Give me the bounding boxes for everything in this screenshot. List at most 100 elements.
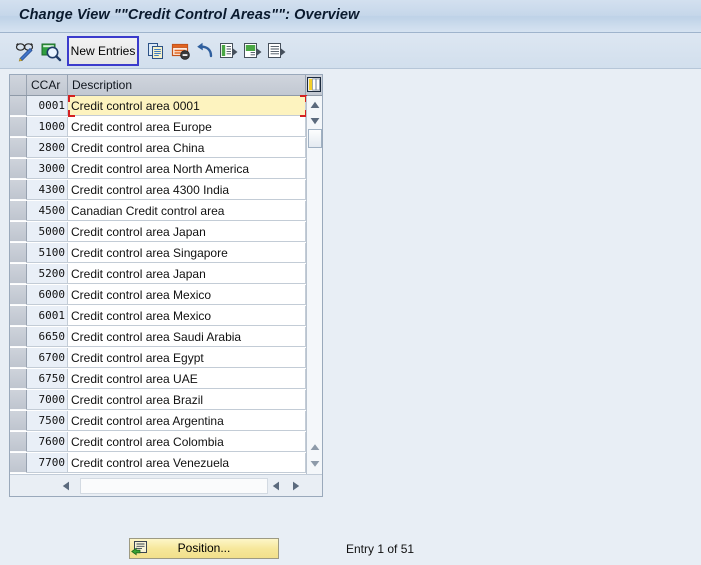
- table-row[interactable]: 7500 Credit control area Argentina: [10, 411, 322, 432]
- cell-ccar[interactable]: 4300: [27, 180, 68, 200]
- details-magnifier-icon[interactable]: [40, 40, 62, 62]
- row-select-button[interactable]: [10, 201, 27, 221]
- table-row[interactable]: 5200 Credit control area Japan: [10, 264, 322, 285]
- cell-description[interactable]: Credit control area Europe: [68, 117, 306, 137]
- deselect-all-icon[interactable]: [266, 40, 288, 62]
- row-select-button[interactable]: [10, 264, 27, 284]
- row-select-button[interactable]: [10, 243, 27, 263]
- horizontal-scroll-track[interactable]: [80, 478, 268, 494]
- row-select-button[interactable]: [10, 348, 27, 368]
- cell-ccar[interactable]: 6000: [27, 285, 68, 305]
- cell-description[interactable]: Credit control area Mexico: [68, 306, 306, 326]
- row-select-button[interactable]: [10, 138, 27, 158]
- table-row[interactable]: 6750 Credit control area UAE: [10, 369, 322, 390]
- table-row[interactable]: 2800 Credit control area China: [10, 138, 322, 159]
- scroll-page-up-button[interactable]: [308, 439, 322, 454]
- cell-ccar[interactable]: 7000: [27, 390, 68, 410]
- position-button-label: Position...: [177, 541, 231, 555]
- table-row[interactable]: 7000 Credit control area Brazil: [10, 390, 322, 411]
- cell-description[interactable]: Credit control area Colombia: [68, 432, 306, 452]
- undo-icon[interactable]: [194, 40, 216, 62]
- table-horizontal-scrollbar[interactable]: [10, 474, 322, 496]
- row-select-button[interactable]: [10, 432, 27, 452]
- cell-ccar[interactable]: 6650: [27, 327, 68, 347]
- cell-description[interactable]: Credit control area Singapore: [68, 243, 306, 263]
- scroll-last-column-button[interactable]: [288, 478, 304, 494]
- cell-ccar[interactable]: 6750: [27, 369, 68, 389]
- cell-description[interactable]: Credit control area Saudi Arabia: [68, 327, 306, 347]
- row-select-button[interactable]: [10, 180, 27, 200]
- table-row[interactable]: 0001 Credit control area 0001: [10, 95, 322, 117]
- table-header-row: CCAr Description: [10, 75, 322, 96]
- row-select-button[interactable]: [10, 222, 27, 242]
- cell-description[interactable]: Credit control area Argentina: [68, 411, 306, 431]
- scroll-down-button[interactable]: [308, 113, 322, 128]
- cell-ccar[interactable]: 7700: [27, 453, 68, 473]
- cell-ccar[interactable]: 6001: [27, 306, 68, 326]
- cell-ccar[interactable]: 2800: [27, 138, 68, 158]
- select-all-icon[interactable]: [218, 40, 240, 62]
- cell-description[interactable]: Credit control area North America: [68, 159, 306, 179]
- table-row[interactable]: 7600 Credit control area Colombia: [10, 432, 322, 453]
- table-row[interactable]: 1000 Credit control area Europe: [10, 117, 322, 138]
- cell-ccar[interactable]: 5200: [27, 264, 68, 284]
- cell-description[interactable]: Credit control area 4300 India: [68, 180, 306, 200]
- cell-description[interactable]: Credit control area Japan: [68, 264, 306, 284]
- table-vertical-scrollbar[interactable]: [306, 96, 322, 474]
- row-select-button[interactable]: [10, 411, 27, 431]
- cell-description[interactable]: Credit control area China: [68, 138, 306, 158]
- column-header-ccar[interactable]: CCAr: [27, 75, 68, 95]
- row-select-button[interactable]: [10, 117, 27, 137]
- row-select-button[interactable]: [10, 369, 27, 389]
- table-row[interactable]: 5000 Credit control area Japan: [10, 222, 322, 243]
- column-header-description[interactable]: Description: [68, 75, 306, 95]
- cell-ccar[interactable]: 5100: [27, 243, 68, 263]
- table-row[interactable]: 4300 Credit control area 4300 India: [10, 180, 322, 201]
- copy-as-icon[interactable]: [146, 40, 168, 62]
- row-select-button[interactable]: [10, 390, 27, 410]
- scrollbar-thumb[interactable]: [308, 129, 322, 148]
- table-row[interactable]: 3000 Credit control area North America: [10, 159, 322, 180]
- row-select-button[interactable]: [10, 327, 27, 347]
- cell-ccar[interactable]: 1000: [27, 117, 68, 137]
- cell-ccar[interactable]: 0001: [27, 96, 68, 116]
- row-select-button[interactable]: [10, 453, 27, 473]
- scroll-page-down-button[interactable]: [308, 456, 322, 471]
- row-select-button[interactable]: [10, 306, 27, 326]
- cell-description[interactable]: Credit control area Venezuela: [68, 453, 306, 473]
- cell-ccar[interactable]: 7500: [27, 411, 68, 431]
- cell-ccar[interactable]: 6700: [27, 348, 68, 368]
- cell-description[interactable]: Canadian Credit control area: [68, 201, 306, 221]
- table-row[interactable]: 6700 Credit control area Egypt: [10, 348, 322, 369]
- cell-description[interactable]: Credit control area Mexico: [68, 285, 306, 305]
- table-row[interactable]: 4500 Canadian Credit control area: [10, 201, 322, 222]
- table-row[interactable]: 5100 Credit control area Singapore: [10, 243, 322, 264]
- delete-icon[interactable]: [170, 40, 192, 62]
- column-configuration-icon[interactable]: [306, 75, 322, 95]
- table-row[interactable]: 6000 Credit control area Mexico: [10, 285, 322, 306]
- position-button[interactable]: Position...: [129, 538, 279, 559]
- cell-description[interactable]: Credit control area Brazil: [68, 390, 306, 410]
- cell-description[interactable]: Credit control area Egypt: [68, 348, 306, 368]
- cell-ccar[interactable]: 5000: [27, 222, 68, 242]
- table-row[interactable]: 6650 Credit control area Saudi Arabia: [10, 327, 322, 348]
- credit-control-areas-table: CCAr Description 0001 Credit control area…: [9, 74, 323, 497]
- cell-description[interactable]: Credit control area 0001: [68, 96, 306, 116]
- row-select-button[interactable]: [10, 285, 27, 305]
- table-row[interactable]: 6001 Credit control area Mexico: [10, 306, 322, 327]
- cell-ccar[interactable]: 4500: [27, 201, 68, 221]
- cell-ccar[interactable]: 7600: [27, 432, 68, 452]
- scroll-first-column-button[interactable]: [268, 478, 284, 494]
- cell-description[interactable]: Credit control area Japan: [68, 222, 306, 242]
- display-change-icon[interactable]: [14, 40, 36, 62]
- cell-ccar[interactable]: 3000: [27, 159, 68, 179]
- select-block-icon[interactable]: [242, 40, 264, 62]
- table-row[interactable]: 7700 Credit control area Venezuela: [10, 453, 322, 474]
- row-select-button[interactable]: [10, 96, 27, 116]
- cell-description[interactable]: Credit control area UAE: [68, 369, 306, 389]
- select-all-rows-header-button[interactable]: [10, 75, 27, 95]
- scroll-up-button[interactable]: [308, 97, 322, 112]
- row-select-button[interactable]: [10, 159, 27, 179]
- new-entries-button[interactable]: New Entries: [67, 36, 139, 66]
- scroll-left-button[interactable]: [58, 478, 74, 494]
